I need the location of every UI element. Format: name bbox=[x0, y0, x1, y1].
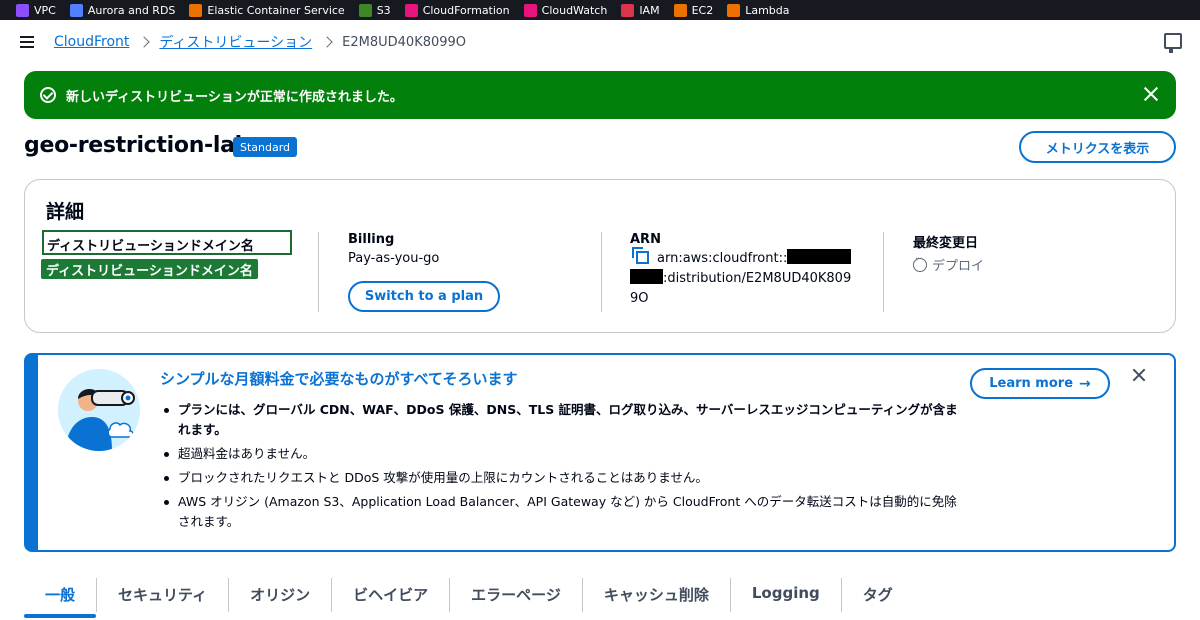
tab-general[interactable]: 一般 bbox=[24, 578, 98, 618]
iam-icon bbox=[621, 3, 635, 17]
service-shortcut-ec2[interactable]: EC2 bbox=[673, 3, 714, 17]
service-shortcut-iam[interactable]: IAM bbox=[621, 3, 660, 17]
ecs-icon bbox=[189, 3, 203, 17]
close-icon[interactable] bbox=[1132, 368, 1146, 382]
redacted-account-id bbox=[630, 269, 663, 284]
arn-column: ARN arn:aws:cloudfront:: :distribution/E… bbox=[630, 232, 852, 309]
arn-line-3: 9O bbox=[630, 291, 649, 306]
telescope-illustration-icon bbox=[58, 369, 140, 451]
tab-behaviors[interactable]: ビヘイビア bbox=[332, 578, 451, 612]
service-shortcut-label: Aurora and RDS bbox=[87, 3, 176, 17]
last-modified-value: デプロイ bbox=[932, 259, 985, 274]
pending-icon bbox=[913, 254, 927, 272]
last-modified-column: 最終変更日 デプロイ bbox=[913, 232, 984, 274]
tab-error-pages[interactable]: エラーページ bbox=[450, 578, 583, 612]
lambda-icon bbox=[727, 3, 741, 17]
list-item: 超過料金はありません。 bbox=[162, 444, 962, 464]
tab-tags[interactable]: タグ bbox=[842, 578, 914, 612]
success-check-icon bbox=[40, 87, 56, 103]
list-item: ブロックされたリクエストと DDoS 攻撃が使用量の上限にカウントされることはあ… bbox=[162, 468, 962, 488]
view-metrics-button[interactable]: メトリクスを表示 bbox=[1019, 131, 1176, 163]
details-container: 詳細 ディストリビューションドメイン名 ディストリビューションドメイン名 Bil… bbox=[24, 179, 1176, 333]
service-shortcut-label: IAM bbox=[639, 3, 660, 17]
service-shortcut-label: CloudFormation bbox=[422, 3, 510, 17]
service-shortcut-rds[interactable]: Aurora and RDS bbox=[69, 3, 176, 17]
flash-message: 新しいディストリビューションが正常に作成されました。 bbox=[66, 89, 403, 105]
distribution-domain-name-tag: ディストリビューションドメイン名 bbox=[41, 259, 258, 279]
banner-benefits-list: プランには、グローバル CDN、WAF、DDoS 保護、DNS、TLS 証明書、… bbox=[162, 400, 962, 536]
last-modified-label: 最終変更日 bbox=[913, 236, 979, 251]
service-shortcut-label: Elastic Container Service bbox=[207, 3, 345, 17]
service-shortcut-s3[interactable]: S3 bbox=[358, 3, 391, 17]
service-shortcut-cloudwatch[interactable]: CloudWatch bbox=[523, 3, 608, 17]
cloudformation-icon bbox=[404, 3, 418, 17]
plan-badge: Standard bbox=[233, 137, 298, 157]
success-flash: 新しいディストリビューションが正常に作成されました。 bbox=[24, 71, 1176, 119]
arn-middle: :distribution/E2M8UD40K809 bbox=[663, 271, 852, 286]
last-modified-value-row: デプロイ bbox=[913, 254, 985, 274]
page-title: geo-restriction-lab bbox=[24, 133, 251, 158]
chevron-right-icon bbox=[321, 36, 333, 48]
service-shortcut-label: EC2 bbox=[691, 3, 714, 17]
service-shortcut-bar: VPC Aurora and RDS Elastic Container Ser… bbox=[0, 0, 1200, 20]
redacted-account-id bbox=[787, 249, 852, 264]
breadcrumb-current: E2M8UD40K8099O bbox=[342, 34, 467, 50]
chevron-right-icon bbox=[138, 36, 151, 48]
copy-icon[interactable] bbox=[632, 247, 649, 264]
s3-icon bbox=[358, 3, 372, 17]
arn-line-1: arn:aws:cloudfront:: bbox=[630, 247, 852, 269]
list-item: プランには、グローバル CDN、WAF、DDoS 保護、DNS、TLS 証明書、… bbox=[162, 400, 962, 440]
breadcrumb-cloudfront[interactable]: CloudFront bbox=[54, 34, 129, 50]
close-icon[interactable] bbox=[1142, 85, 1160, 103]
feedback-icon[interactable] bbox=[1164, 33, 1182, 53]
arrow-right-icon: → bbox=[1079, 375, 1091, 392]
column-divider bbox=[601, 232, 602, 312]
column-divider bbox=[883, 232, 884, 312]
breadcrumb-bar: CloudFront ディストリビューション E2M8UD40K8099O bbox=[0, 20, 1200, 64]
menu-icon[interactable] bbox=[20, 36, 34, 48]
arn-label: ARN bbox=[630, 232, 661, 247]
details-heading: 詳細 bbox=[46, 201, 85, 223]
banner-title: シンプルな月額料金で必要なものがすべてそろいます bbox=[160, 370, 518, 388]
arn-line-2: :distribution/E2M8UD40K809 bbox=[630, 269, 851, 289]
billing-value: Pay-as-you-go bbox=[348, 251, 440, 266]
service-shortcut-label: CloudWatch bbox=[541, 3, 608, 17]
rds-icon bbox=[69, 3, 83, 17]
tab-security[interactable]: セキュリティ bbox=[97, 578, 230, 612]
service-shortcut-ecs[interactable]: Elastic Container Service bbox=[189, 3, 345, 17]
learn-more-button[interactable]: Learn more → bbox=[970, 368, 1110, 399]
arn-prefix: arn:aws:cloudfront:: bbox=[657, 251, 788, 266]
service-shortcut-label: VPC bbox=[34, 3, 56, 17]
breadcrumb-distributions[interactable]: ディストリビューション bbox=[159, 32, 312, 52]
distribution-domain-name-box: ディストリビューションドメイン名 bbox=[42, 230, 292, 255]
billing-label: Billing bbox=[348, 232, 395, 247]
service-shortcut-lambda[interactable]: Lambda bbox=[727, 3, 790, 17]
service-shortcut-label: S3 bbox=[376, 3, 391, 17]
cloudwatch-icon bbox=[523, 3, 537, 17]
column-divider bbox=[318, 232, 319, 312]
switch-to-plan-button[interactable]: Switch to a plan bbox=[348, 281, 500, 312]
tab-origins[interactable]: オリジン bbox=[229, 578, 333, 612]
service-shortcut-cloudformation[interactable]: CloudFormation bbox=[404, 3, 510, 17]
learn-more-label: Learn more bbox=[989, 376, 1074, 391]
pricing-plan-banner: シンプルな月額料金で必要なものがすべてそろいます プランには、グローバル CDN… bbox=[24, 353, 1176, 552]
vpc-icon bbox=[16, 3, 29, 17]
tab-logging[interactable]: Logging bbox=[731, 578, 842, 612]
service-shortcut-vpc[interactable]: VPC bbox=[16, 3, 56, 17]
ec2-icon bbox=[673, 3, 687, 17]
list-item: AWS オリジン (Amazon S3、Application Load Bal… bbox=[162, 492, 962, 532]
billing-column: Billing Pay-as-you-go bbox=[348, 232, 439, 266]
service-shortcut-label: Lambda bbox=[745, 3, 790, 17]
tab-invalidations[interactable]: キャッシュ削除 bbox=[583, 578, 731, 612]
distribution-tabs: 一般 セキュリティ オリジン ビヘイビア エラーページ キャッシュ削除 Logg… bbox=[24, 578, 914, 620]
